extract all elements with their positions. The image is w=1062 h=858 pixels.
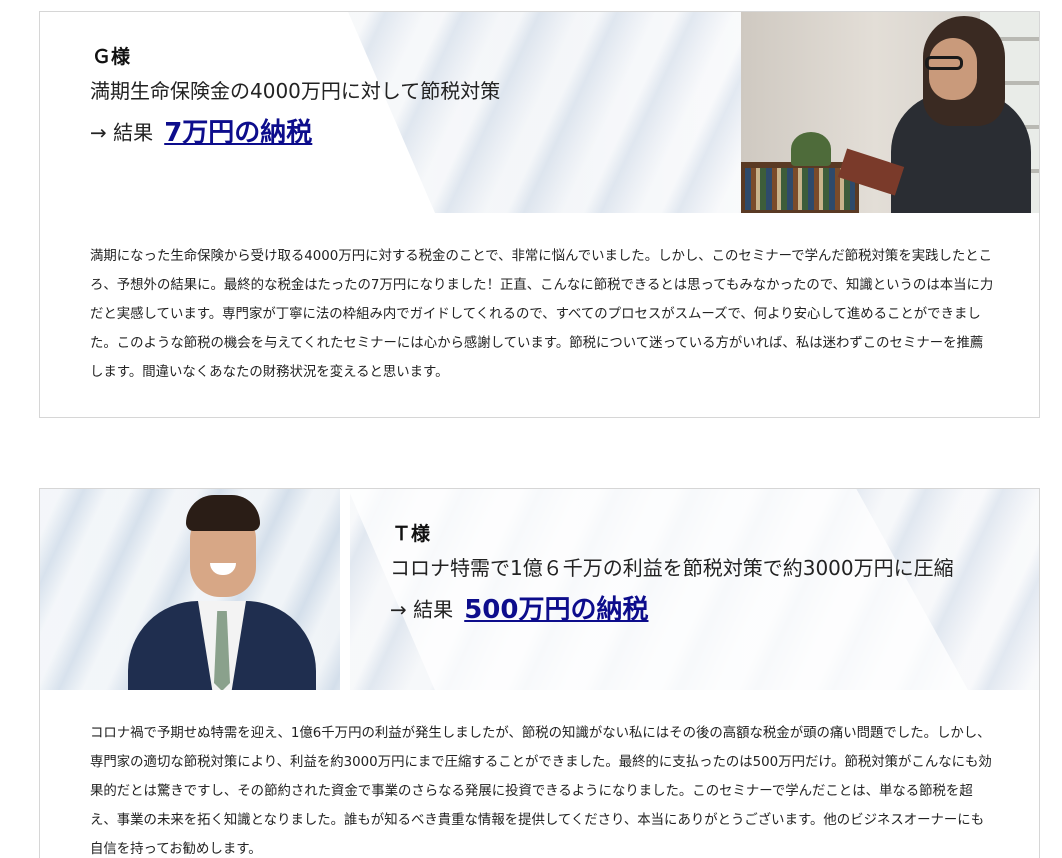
photo-divider	[340, 489, 350, 690]
result-link[interactable]: 500万円の納税	[464, 595, 648, 625]
testimonials-page: Ｇ様 満期生命保険金の4000万円に対して節税対策 → 結果 7万円の納税 満期…	[0, 0, 1062, 858]
testimonial-card-t: Ｔ様 コロナ特需で1億６千万の利益を節税対策で約3000万円に圧縮 → 結果 5…	[39, 488, 1040, 858]
testimonial-hero: Ｔ様 コロナ特需で1億６千万の利益を節税対策で約3000万円に圧縮 → 結果 5…	[40, 489, 1039, 690]
testimonial-subtitle: コロナ特需で1億６千万の利益を節税対策で約3000万円に圧縮	[390, 556, 954, 580]
result-prefix: → 結果	[390, 597, 454, 622]
testimonial-subtitle: 満期生命保険金の4000万円に対して節税対策	[90, 79, 501, 103]
testimonial-heading: Ｇ様 満期生命保険金の4000万円に対して節税対策 → 結果 7万円の納税	[90, 44, 500, 153]
plant-shape	[791, 132, 831, 166]
testimonial-body: コロナ禍で予期せぬ特需を迎え、1億6千万円の利益が発生しましたが、節税の知識がな…	[90, 726, 992, 857]
testimonial-body: 満期になった生命保険から受け取る4000万円に対する税金のことで、非常に悩んでい…	[90, 249, 994, 380]
result-prefix: → 結果	[90, 120, 154, 145]
testimonial-heading: Ｔ様 コロナ特需で1億６千万の利益を節税対策で約3000万円に圧縮 → 結果 5…	[390, 521, 954, 630]
customer-photo	[741, 12, 1039, 213]
customer-name: Ｔ様	[392, 523, 431, 545]
testimonial-hero: Ｇ様 満期生命保険金の4000万円に対して節税対策 → 結果 7万円の納税	[40, 12, 1039, 213]
testimonial-card-g: Ｇ様 満期生命保険金の4000万円に対して節税対策 → 結果 7万円の納税 満期…	[39, 11, 1040, 418]
result-link[interactable]: 7万円の納税	[164, 118, 312, 148]
person-hair-shape	[186, 495, 260, 531]
customer-photo	[40, 489, 340, 690]
glasses-shape	[925, 56, 963, 70]
customer-name: Ｇ様	[92, 46, 131, 68]
result-line: → 結果 7万円の納税	[90, 112, 500, 153]
result-line: → 結果 500万円の納税	[390, 589, 954, 630]
